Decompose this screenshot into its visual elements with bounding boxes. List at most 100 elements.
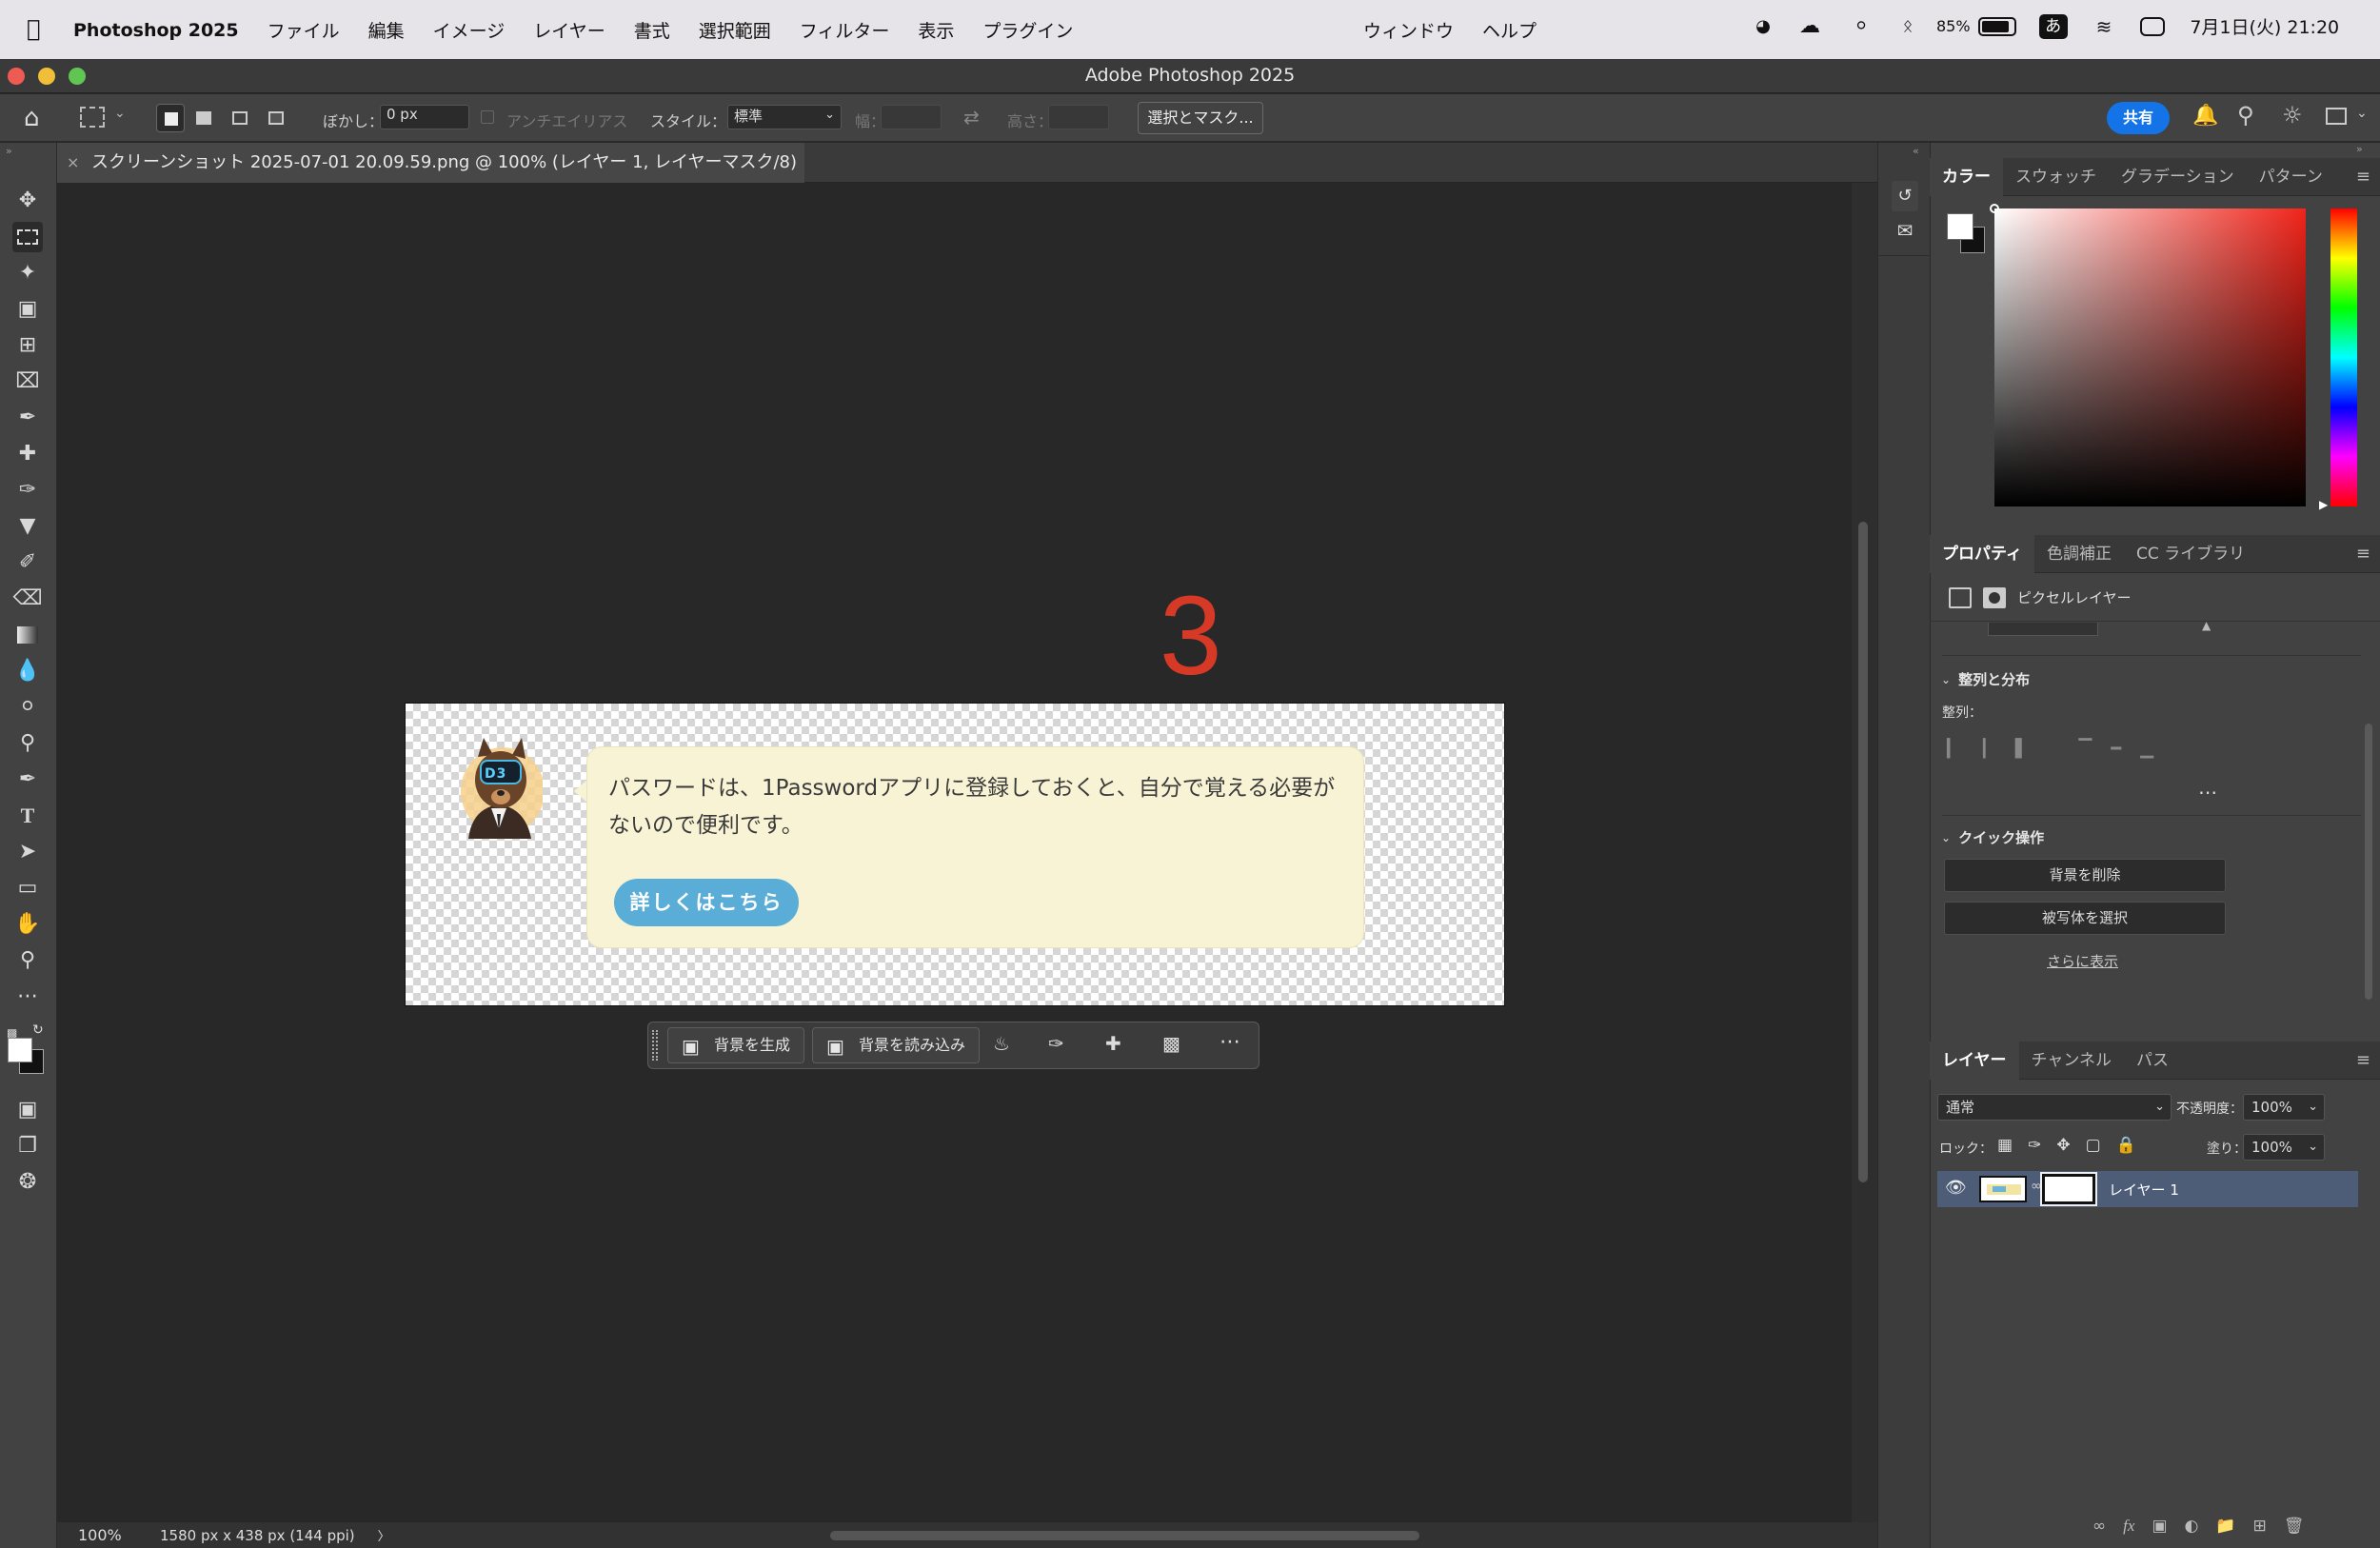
layer-mask-thumbnail[interactable] — [2040, 1172, 2097, 1206]
panel-menu-icon[interactable]: ≡ — [2356, 535, 2370, 573]
link-layers-icon[interactable]: ∞ — [2092, 1517, 2106, 1536]
menu-filter[interactable]: フィルター — [800, 17, 890, 43]
zoom-tool-icon[interactable]: ⚲ — [12, 945, 43, 976]
opacity-input[interactable]: 100% ⌄ — [2243, 1094, 2325, 1121]
align-center-h-icon[interactable]: ┃ — [1979, 739, 1990, 759]
feather-input[interactable]: 0 px — [380, 105, 469, 129]
creative-cloud-icon[interactable]: ◕ — [1742, 16, 1784, 36]
learn-more-button[interactable]: 詳しくはこちら — [614, 879, 799, 926]
apple-icon[interactable]:  — [27, 15, 40, 42]
align-left-icon[interactable]: ▎ — [1947, 739, 1960, 759]
blur-tool-icon[interactable]: 💧 — [12, 656, 43, 686]
new-group-icon[interactable]: 📁 — [2215, 1517, 2235, 1536]
blend-mode-select[interactable]: 通常 ⌄ — [1937, 1094, 2172, 1121]
menu-file[interactable]: ファイル — [268, 17, 340, 43]
width-input[interactable] — [881, 105, 942, 129]
import-background-button[interactable]: ▣ 背景を読み込み — [812, 1027, 980, 1063]
eyedropper-tool-icon[interactable]: ✒ — [12, 403, 43, 433]
screen-mode-icon[interactable]: ❐ — [12, 1131, 43, 1161]
share-button[interactable]: 共有 — [2107, 102, 2170, 134]
align-top-icon[interactable]: ▔ — [2079, 739, 2092, 759]
frame-tool-icon[interactable]: ⌧ — [12, 367, 43, 397]
more-align-options-icon[interactable]: ⋯ — [2198, 781, 2217, 804]
menu-select[interactable]: 選択範囲 — [699, 17, 771, 43]
collapse-dock-icon[interactable]: « — [1913, 145, 1919, 157]
generative-ai-icon[interactable]: ❂ — [12, 1167, 43, 1198]
align-distribute-header[interactable]: ⌄ 整列と分布 — [1941, 669, 2030, 689]
adjustment-layer-icon[interactable]: ◐ — [2185, 1517, 2199, 1536]
select-and-mask-button[interactable]: 選択とマスク... — [1138, 102, 1263, 134]
remove-background-button[interactable]: 背景を削除 — [1944, 859, 2226, 892]
status-menu-arrow[interactable]: 〉 — [378, 1526, 390, 1544]
search-icon[interactable]: ⚲ — [2237, 102, 2254, 129]
quick-actions-header[interactable]: ⌄ クイック操作 — [1941, 827, 2044, 847]
crop-tool-icon[interactable]: ⊞ — [12, 330, 43, 361]
new-layer-icon[interactable]: ⊞ — [2253, 1517, 2267, 1536]
align-bottom-icon[interactable]: ▁ — [2140, 739, 2153, 759]
color-picker-marker[interactable] — [1990, 204, 1999, 213]
layer-thumbnail[interactable] — [1979, 1176, 2027, 1202]
new-selection-button[interactable] — [156, 104, 185, 132]
fx-icon[interactable]: fx — [2123, 1517, 2134, 1536]
zoom-level[interactable]: 100% — [78, 1526, 135, 1544]
pen-tool-icon[interactable]: ✒ — [12, 764, 43, 795]
move-tool-icon[interactable]: ✥ — [12, 186, 43, 216]
show-more-link[interactable]: さらに表示 — [2047, 951, 2118, 971]
tab-gradients[interactable]: グラデーション — [2109, 158, 2247, 196]
menu-view[interactable]: 表示 — [918, 17, 954, 43]
chevron-down-icon[interactable]: ⌄ — [2356, 106, 2368, 121]
menu-type[interactable]: 書式 — [634, 17, 670, 43]
layer-row[interactable]: 👁 ∞ レイヤー 1 — [1937, 1171, 2358, 1207]
menu-window[interactable]: ウィンドウ — [1363, 17, 1454, 43]
lock-all-icon[interactable]: 🔒 — [2116, 1136, 2136, 1155]
layer-name[interactable]: レイヤー 1 — [2109, 1180, 2179, 1200]
rectangle-tool-icon[interactable]: ▭ — [12, 873, 43, 903]
visibility-eye-icon[interactable]: 👁 — [1945, 1178, 1967, 1198]
bluetooth-icon[interactable]: ᛟ — [1887, 16, 1929, 36]
select-subject-tool-icon[interactable]: ▣ — [12, 294, 43, 325]
marquee-tool-icon[interactable] — [12, 222, 43, 252]
link-chain-icon[interactable]: ∞ — [2031, 1179, 2042, 1194]
brush-icon[interactable]: ✑ — [1048, 1032, 1064, 1055]
brush-tool-icon[interactable]: ✑ — [12, 475, 43, 506]
menu-help[interactable]: ヘルプ — [1482, 17, 1537, 43]
menu-edit[interactable]: 編集 — [368, 17, 405, 43]
healing-brush-tool-icon[interactable]: ✚ — [12, 439, 43, 469]
type-tool-icon[interactable]: T — [12, 801, 43, 831]
panel-menu-icon[interactable]: ≡ — [2356, 1042, 2370, 1080]
marquee-preset-icon[interactable] — [80, 107, 105, 128]
hue-slider-handle[interactable]: ▶ — [2319, 498, 2328, 511]
style-select[interactable]: 標準 ⌄ — [727, 105, 842, 129]
history-panel-icon[interactable]: ↺ — [1892, 181, 1918, 211]
generate-background-button[interactable]: ▣ 背景を生成 — [667, 1027, 804, 1063]
subtract-selection-icon[interactable] — [232, 111, 248, 125]
fill-input[interactable]: 100% ⌄ — [2243, 1134, 2325, 1161]
collapse-toolbar-icon[interactable]: » — [6, 145, 12, 157]
discover-lightbulb-icon[interactable]: ☼ — [2282, 102, 2303, 129]
drag-handle[interactable] — [652, 1030, 658, 1061]
quick-mask-icon[interactable]: ▣ — [12, 1095, 43, 1125]
mask-icon[interactable]: ▩ — [1162, 1032, 1180, 1055]
document-tab[interactable]: × スクリーンショット 2025-07-01 20.09.59.png @ 10… — [57, 143, 804, 212]
object-selection-tool-icon[interactable]: ✦ — [12, 258, 43, 288]
icloud-icon[interactable]: ☁ — [1784, 14, 1835, 38]
tab-channels[interactable]: チャンネル — [2019, 1042, 2125, 1080]
foreground-color-swatch[interactable] — [8, 1038, 32, 1062]
menu-plugins[interactable]: プラグイン — [982, 17, 1073, 43]
extension-icon[interactable]: ⚪ — [1835, 16, 1887, 36]
tab-swatches[interactable]: スウォッチ — [2003, 158, 2109, 196]
lock-pixels-icon[interactable]: ✑ — [2028, 1136, 2041, 1155]
paint-bucket-icon[interactable]: ♨ — [993, 1032, 1010, 1055]
clone-stamp-tool-icon[interactable]: ▼ — [12, 511, 43, 542]
ime-indicator[interactable]: あ — [2038, 13, 2068, 39]
tab-paths[interactable]: パス — [2124, 1042, 2181, 1080]
menu-image[interactable]: イメージ — [433, 17, 506, 43]
add-mask-icon[interactable]: ▣ — [2152, 1517, 2167, 1536]
bell-icon[interactable]: 🔔 — [2192, 104, 2218, 128]
color-field[interactable] — [1994, 208, 2306, 506]
clipped-dropdown[interactable] — [1988, 623, 2098, 636]
brush-add-icon[interactable]: ✚ — [1105, 1032, 1121, 1055]
gradient-tool-icon[interactable] — [12, 620, 43, 650]
control-center-icon[interactable] — [2140, 16, 2166, 36]
dodge-tool-icon[interactable]: ⚪ — [12, 692, 43, 723]
